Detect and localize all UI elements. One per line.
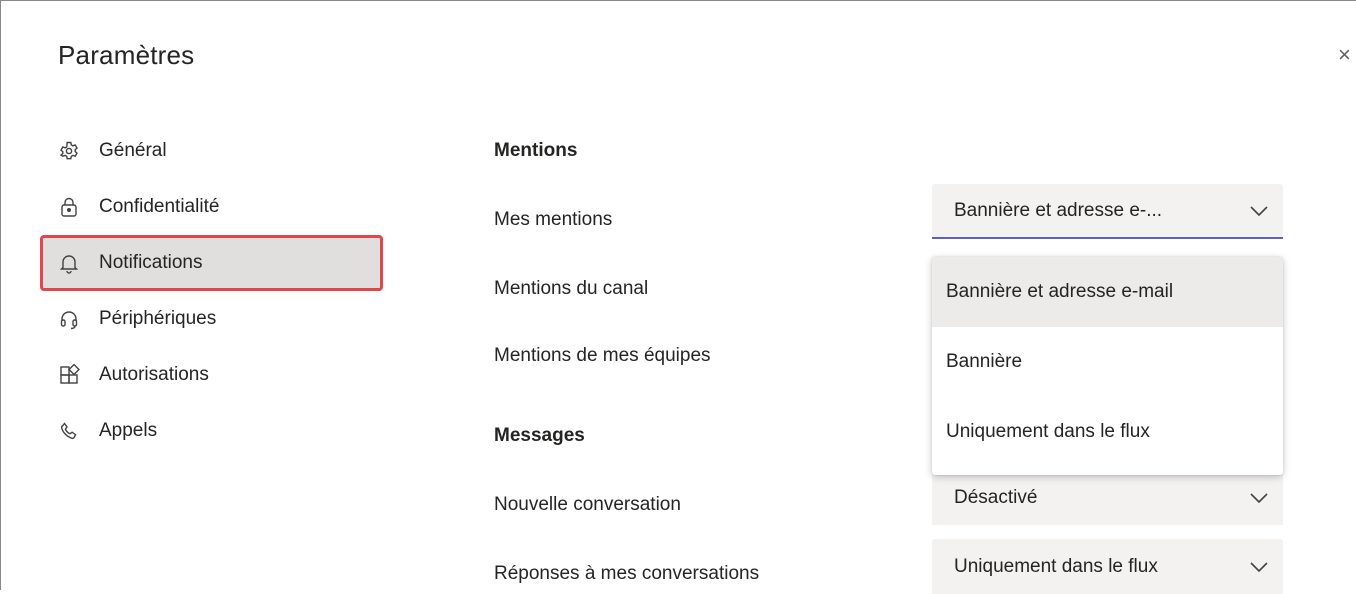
dropdown-value: Uniquement dans le flux — [954, 555, 1158, 577]
sidebar-item-permissions[interactable]: Autorisations — [58, 361, 209, 389]
mentions-heading: Mentions — [494, 140, 578, 161]
lock-icon — [58, 196, 80, 218]
apps-icon — [58, 364, 80, 386]
headset-icon — [58, 308, 80, 330]
dialog-title: Paramètres — [58, 40, 195, 70]
sidebar-item-label: Périphériques — [99, 308, 217, 329]
my-mentions-dropdown[interactable]: Bannière et adresse e-... — [932, 184, 1283, 239]
close-icon[interactable]: × — [1338, 44, 1351, 66]
phone-icon — [58, 420, 80, 442]
sidebar-item-calls[interactable]: Appels — [58, 417, 157, 445]
channel-mentions-label: Mentions du canal — [494, 278, 649, 299]
dropdown-menu: Bannière et adresse e-mail Bannière Uniq… — [932, 257, 1283, 475]
sidebar-item-notifications[interactable]: Notifications — [58, 249, 203, 277]
sidebar-item-privacy[interactable]: Confidentialité — [58, 193, 219, 221]
sidebar-item-label: Confidentialité — [99, 196, 220, 217]
sidebar-item-devices[interactable]: Périphériques — [58, 305, 216, 333]
replies-label: Réponses à mes conversations — [494, 563, 760, 584]
messages-heading: Messages — [494, 425, 585, 446]
dropdown-option[interactable]: Bannière — [932, 327, 1283, 397]
dropdown-option[interactable]: Bannière et adresse e-mail — [932, 257, 1283, 327]
sidebar-item-label: Notifications — [99, 252, 203, 273]
dropdown-value: Bannière et adresse e-... — [954, 199, 1163, 221]
sidebar-item-general[interactable]: Général — [58, 137, 167, 165]
dropdown-value: Désactivé — [954, 486, 1038, 508]
new-conversation-label: Nouvelle conversation — [494, 494, 681, 515]
sidebar-item-label: Autorisations — [99, 364, 209, 385]
new-conversation-dropdown[interactable]: Désactivé — [932, 470, 1283, 525]
gear-icon — [58, 140, 80, 162]
chevron-down-icon — [1250, 492, 1268, 503]
sidebar-item-label: Appels — [99, 420, 158, 441]
chevron-down-icon — [1250, 561, 1268, 572]
replies-dropdown[interactable]: Uniquement dans le flux — [932, 539, 1283, 594]
bell-icon — [58, 252, 80, 274]
team-mentions-label: Mentions de mes équipes — [494, 345, 711, 366]
sidebar-item-label: Général — [99, 140, 167, 161]
chevron-down-icon — [1250, 205, 1268, 216]
dropdown-option[interactable]: Uniquement dans le flux — [932, 397, 1283, 467]
my-mentions-label: Mes mentions — [494, 209, 613, 230]
